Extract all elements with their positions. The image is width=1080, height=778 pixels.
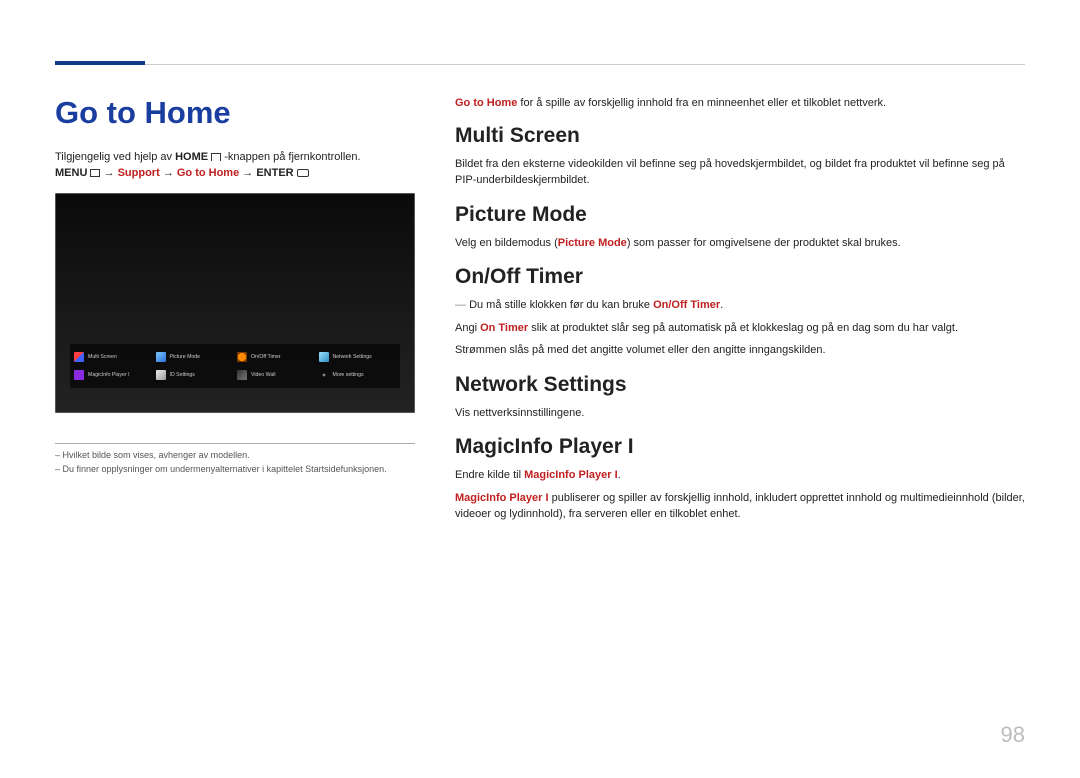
network-icon bbox=[319, 352, 329, 362]
breadcrumb: MENU → Support → Go to Home → ENTER bbox=[55, 167, 415, 179]
toolbar-label: MagicInfo Player I bbox=[88, 372, 130, 378]
picture-icon bbox=[156, 352, 166, 362]
toolbar-label: More settings bbox=[333, 372, 364, 378]
tv-screenshot: Multi Screen Picture Mode On/Off Timer N… bbox=[55, 193, 415, 413]
picturemode-body: Velg en bildemodus (Picture Mode) som pa… bbox=[455, 235, 1025, 252]
toolbar-item-more[interactable]: More settings bbox=[317, 368, 399, 382]
onoff-angi: Angi On Timer slik at produktet slår seg… bbox=[455, 320, 1025, 337]
header-rule bbox=[55, 15, 1025, 65]
section-onoff: On/Off Timer bbox=[455, 265, 1025, 289]
toolbar-label: Network Settings bbox=[333, 354, 372, 360]
intro-home-word: HOME bbox=[175, 151, 208, 163]
toolbar-item-network[interactable]: Network Settings bbox=[317, 350, 399, 364]
magic-line2: MagicInfo Player I publiserer og spiller… bbox=[455, 490, 1025, 523]
breadcrumb-menu: MENU bbox=[55, 167, 87, 179]
magic1-pre: Endre kilde til bbox=[455, 469, 524, 481]
footnote-2: Du finner opplysninger om undermenyalter… bbox=[55, 464, 415, 474]
magic2-red: MagicInfo Player I bbox=[455, 492, 549, 504]
header-accent bbox=[55, 61, 145, 65]
page-title: Go to Home bbox=[55, 95, 415, 131]
section-multiscreen: Multi Screen bbox=[455, 124, 1025, 148]
multiscreen-icon bbox=[74, 352, 84, 362]
home-toolbar: Multi Screen Picture Mode On/Off Timer N… bbox=[70, 344, 400, 388]
page-number: 98 bbox=[1001, 722, 1025, 748]
breadcrumb-enter: ENTER bbox=[256, 167, 293, 179]
section-network: Network Settings bbox=[455, 373, 1025, 397]
magic1-post: . bbox=[618, 469, 621, 481]
right-intro: Go to Home for å spille av forskjellig i… bbox=[455, 95, 1025, 112]
toolbar-item-magicinfo[interactable]: MagicInfo Player I bbox=[72, 368, 154, 382]
toolbar-item-onofftimer[interactable]: On/Off Timer bbox=[235, 350, 317, 364]
home-icon bbox=[211, 153, 221, 161]
toolbar-label: Multi Screen bbox=[88, 354, 117, 360]
timer-icon bbox=[237, 352, 247, 362]
toolbar-item-multiscreen[interactable]: Multi Screen bbox=[72, 350, 154, 364]
section-magicinfo: MagicInfo Player I bbox=[455, 435, 1025, 459]
toolbar-label: On/Off Timer bbox=[251, 354, 281, 360]
arrow3: → bbox=[242, 167, 256, 179]
multiscreen-body: Bildet fra den eksterne videokilden vil … bbox=[455, 156, 1025, 189]
id-icon bbox=[156, 370, 166, 380]
arrow2: → bbox=[163, 167, 177, 179]
magic-line1: Endre kilde til MagicInfo Player I. bbox=[455, 467, 1025, 484]
intro-prefix: Tilgjengelig ved hjelp av bbox=[55, 151, 175, 163]
toolbar-row-2: MagicInfo Player I ID Settings Video Wal… bbox=[72, 366, 398, 384]
more-icon bbox=[319, 370, 329, 380]
picture-red: Picture Mode bbox=[558, 237, 627, 249]
toolbar-item-idsettings[interactable]: ID Settings bbox=[154, 368, 236, 382]
picture-post: ) som passer for omgivelsene der produkt… bbox=[627, 237, 901, 249]
videowall-icon bbox=[237, 370, 247, 380]
magic1-red: MagicInfo Player I bbox=[524, 469, 618, 481]
dash-icon bbox=[455, 299, 469, 311]
onoff-line3: Strømmen slås på med det angitte volumet… bbox=[455, 342, 1025, 359]
breadcrumb-gotohome: Go to Home bbox=[177, 167, 239, 179]
menu-icon bbox=[90, 169, 100, 177]
intro-text: Tilgjengelig ved hjelp av HOME -knappen … bbox=[55, 151, 415, 163]
right-intro-red: Go to Home bbox=[455, 97, 517, 109]
onoff-note-pre: Du må stille klokken før du kan bruke bbox=[469, 299, 653, 311]
onoff-note-red: On/Off Timer bbox=[653, 299, 720, 311]
breadcrumb-support: Support bbox=[118, 167, 160, 179]
footnote-rule bbox=[55, 443, 415, 444]
toolbar-row-1: Multi Screen Picture Mode On/Off Timer N… bbox=[72, 348, 398, 366]
section-picturemode: Picture Mode bbox=[455, 203, 1025, 227]
onoff-angi-red: On Timer bbox=[480, 322, 528, 334]
toolbar-label: Picture Mode bbox=[170, 354, 201, 360]
magicinfo-icon bbox=[74, 370, 84, 380]
toolbar-item-videowall[interactable]: Video Wall bbox=[235, 368, 317, 382]
toolbar-item-picturemode[interactable]: Picture Mode bbox=[154, 350, 236, 364]
arrow1: → bbox=[104, 167, 118, 179]
picture-pre: Velg en bildemodus ( bbox=[455, 237, 558, 249]
toolbar-label: Video Wall bbox=[251, 372, 276, 378]
onoff-angi-pre: Angi bbox=[455, 322, 480, 334]
toolbar-label: ID Settings bbox=[170, 372, 195, 378]
footnote-1: Hvilket bilde som vises, avhenger av mod… bbox=[55, 450, 415, 460]
network-body: Vis nettverksinnstillingene. bbox=[455, 405, 1025, 422]
onoff-note: Du må stille klokken før du kan bruke On… bbox=[455, 297, 1025, 314]
enter-icon bbox=[297, 169, 309, 177]
intro-suffix: -knappen på fjernkontrollen. bbox=[224, 151, 360, 163]
right-intro-body: for å spille av forskjellig innhold fra … bbox=[517, 97, 886, 109]
onoff-angi-post: slik at produktet slår seg på automatisk… bbox=[528, 322, 958, 334]
onoff-note-post: . bbox=[720, 299, 723, 311]
